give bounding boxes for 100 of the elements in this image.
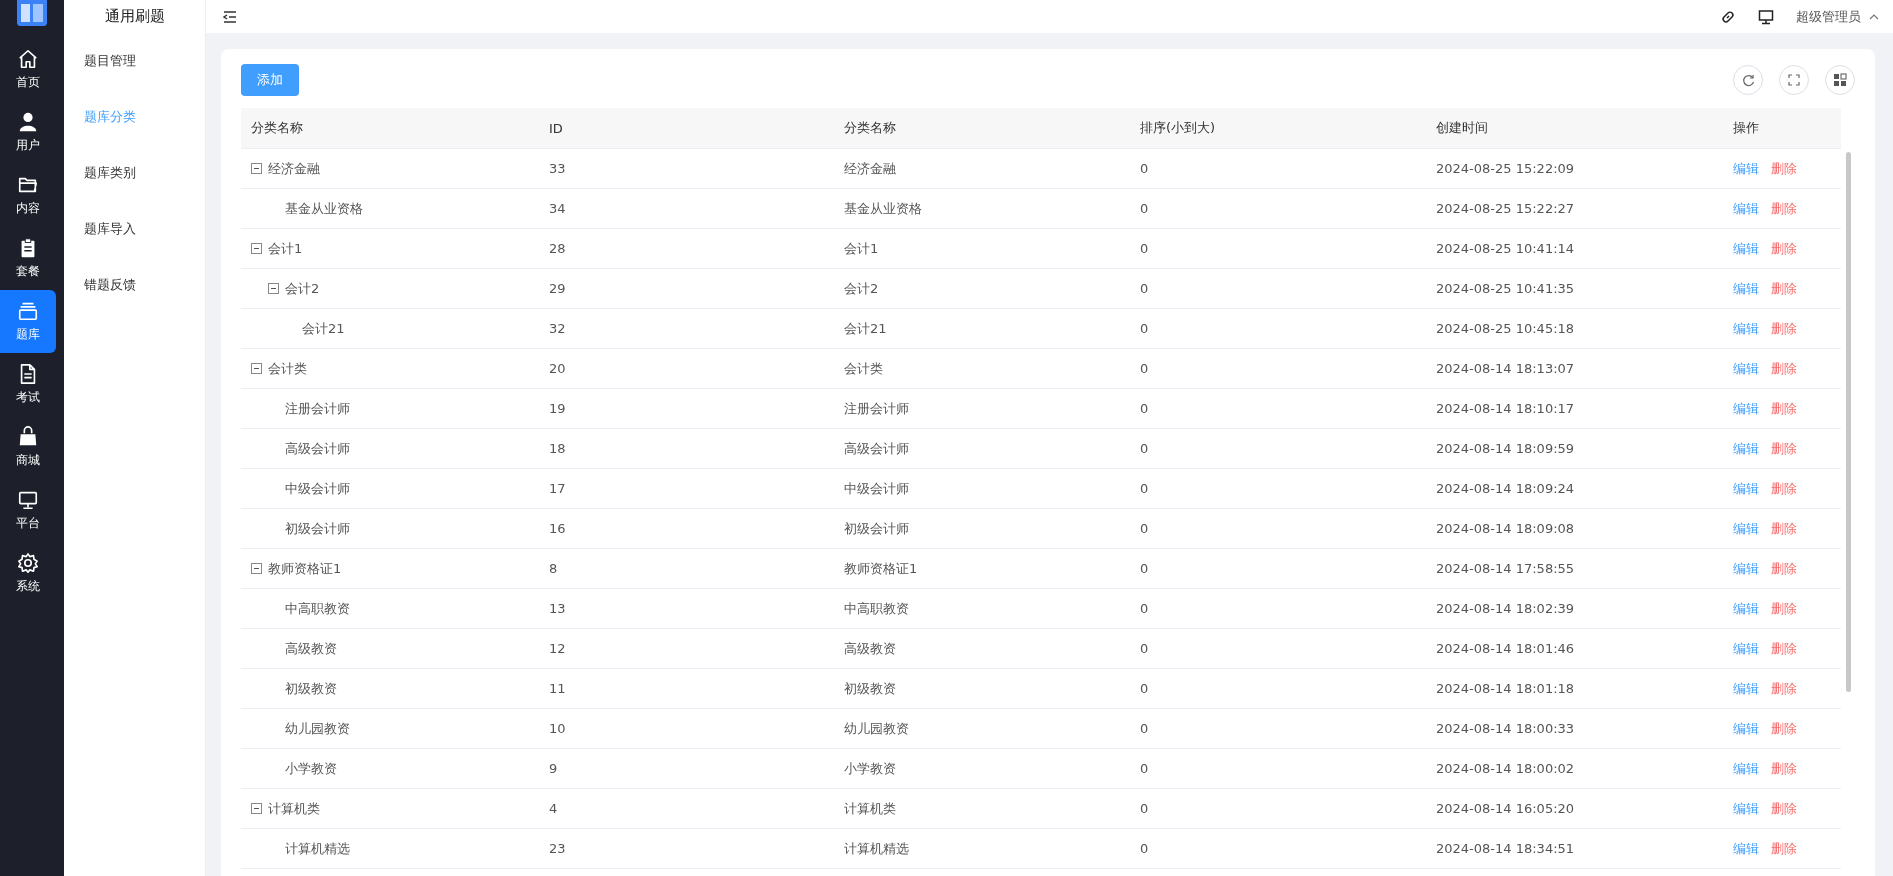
user-menu[interactable]: 超级管理员 [1796,7,1879,26]
collapse-icon[interactable] [268,283,279,294]
edit-link[interactable]: 编辑 [1733,679,1759,698]
nav-item[interactable]: 用户 [0,101,56,164]
category-name: 高级会计师 [285,439,350,458]
table-cell: 初级教资 [834,669,1130,709]
edit-link[interactable]: 编辑 [1733,519,1759,538]
category-name: 初级会计师 [285,519,350,538]
table-cell: 经济金融 [834,149,1130,189]
nav-item[interactable]: 套餐 [0,227,56,290]
edit-link[interactable]: 编辑 [1733,279,1759,298]
edit-link[interactable]: 编辑 [1733,839,1759,858]
collapse-icon[interactable] [251,803,262,814]
delete-link[interactable]: 删除 [1771,719,1797,738]
collapse-icon[interactable] [251,163,262,174]
category-name: 幼儿园教资 [285,719,350,738]
nav-item[interactable]: 商城 [0,416,56,479]
table-cell: 0 [1130,149,1426,189]
delete-link[interactable]: 删除 [1771,159,1797,178]
column-header: 操作 [1723,108,1841,149]
column-header: 分类名称 [834,108,1130,149]
table-cell: 2024-08-14 18:01:46 [1426,629,1723,669]
edit-link[interactable]: 编辑 [1733,239,1759,258]
column-settings-button[interactable] [1825,65,1855,95]
edit-link[interactable]: 编辑 [1733,319,1759,338]
edit-link[interactable]: 编辑 [1733,199,1759,218]
column-header: 创建时间 [1426,108,1723,149]
delete-link[interactable]: 删除 [1771,639,1797,658]
edit-link[interactable]: 编辑 [1733,759,1759,778]
delete-link[interactable]: 删除 [1771,559,1797,578]
delete-link[interactable]: 删除 [1771,239,1797,258]
delete-link[interactable]: 删除 [1771,479,1797,498]
delete-link[interactable]: 删除 [1771,679,1797,698]
edit-link[interactable]: 编辑 [1733,719,1759,738]
submenu-item[interactable]: 题库类别 [64,145,205,201]
scrollbar[interactable] [1846,152,1851,692]
refresh-button[interactable] [1733,65,1763,95]
category-name: 会计2 [285,279,320,298]
table-cell: 计算机精选 [834,829,1130,869]
menu-icon[interactable] [222,8,238,25]
table-cell: 2024-08-14 18:00:33 [1426,709,1723,749]
delete-link[interactable]: 删除 [1771,519,1797,538]
submenu-item[interactable]: 题目管理 [64,33,205,89]
submenu-item[interactable]: 题库分类 [64,89,205,145]
collapse-icon[interactable] [251,243,262,254]
table-cell: 34 [539,189,834,229]
table-cell: 0 [1130,709,1426,749]
table-cell: 0 [1130,469,1426,509]
collapse-icon[interactable] [251,563,262,574]
edit-link[interactable]: 编辑 [1733,479,1759,498]
table-cell: 幼儿园教资 [834,709,1130,749]
delete-link[interactable]: 删除 [1771,319,1797,338]
edit-link[interactable]: 编辑 [1733,639,1759,658]
edit-link[interactable]: 编辑 [1733,359,1759,378]
delete-link[interactable]: 删除 [1771,839,1797,858]
table-cell: 会计2 [834,269,1130,309]
delete-link[interactable]: 删除 [1771,439,1797,458]
collapse-icon[interactable] [251,363,262,374]
edit-link[interactable]: 编辑 [1733,799,1759,818]
nav-item[interactable]: 首页 [0,38,56,101]
edit-link[interactable]: 编辑 [1733,559,1759,578]
table-cell: 2024-08-14 18:10:17 [1426,389,1723,429]
nav-item[interactable]: 考试 [0,353,56,416]
table-cell: 2024-08-14 18:00:02 [1426,749,1723,789]
nav-item[interactable]: 系统 [0,542,56,605]
category-name: 高级教资 [285,639,337,658]
nav-item[interactable]: 题库 [0,290,56,353]
edit-link[interactable]: 编辑 [1733,599,1759,618]
table-cell: 0 [1130,829,1426,869]
delete-link[interactable]: 删除 [1771,399,1797,418]
category-name: 基金从业资格 [285,199,363,218]
category-name: 会计类 [268,359,307,378]
table-cell: 2024-08-25 10:41:35 [1426,269,1723,309]
table-cell: 28 [539,229,834,269]
table-cell: 17 [539,469,834,509]
edit-link[interactable]: 编辑 [1733,399,1759,418]
monitor-icon [17,489,39,511]
table-cell: 2024-08-14 18:13:07 [1426,349,1723,389]
table-cell: 0 [1130,429,1426,469]
monitor-icon[interactable] [1758,8,1774,25]
delete-link[interactable]: 删除 [1771,599,1797,618]
nav-item[interactable]: 内容 [0,164,56,227]
table-cell: 29 [539,269,834,309]
submenu-item[interactable]: 题库导入 [64,201,205,257]
table-cell: 会计类 [834,349,1130,389]
table-cell: 23 [539,829,834,869]
table-cell: 2024-08-14 18:09:59 [1426,429,1723,469]
add-button[interactable]: 添加 [241,64,299,96]
edit-link[interactable]: 编辑 [1733,159,1759,178]
edit-link[interactable]: 编辑 [1733,439,1759,458]
delete-link[interactable]: 删除 [1771,279,1797,298]
delete-link[interactable]: 删除 [1771,199,1797,218]
delete-link[interactable]: 删除 [1771,759,1797,778]
table-cell: 2024-08-14 18:09:08 [1426,509,1723,549]
table-cell: 2024-08-14 16:05:20 [1426,789,1723,829]
delete-link[interactable]: 删除 [1771,359,1797,378]
submenu-item[interactable]: 错题反馈 [64,257,205,313]
nav-item[interactable]: 平台 [0,479,56,542]
delete-link[interactable]: 删除 [1771,799,1797,818]
category-name: 计算机精选 [285,839,350,858]
